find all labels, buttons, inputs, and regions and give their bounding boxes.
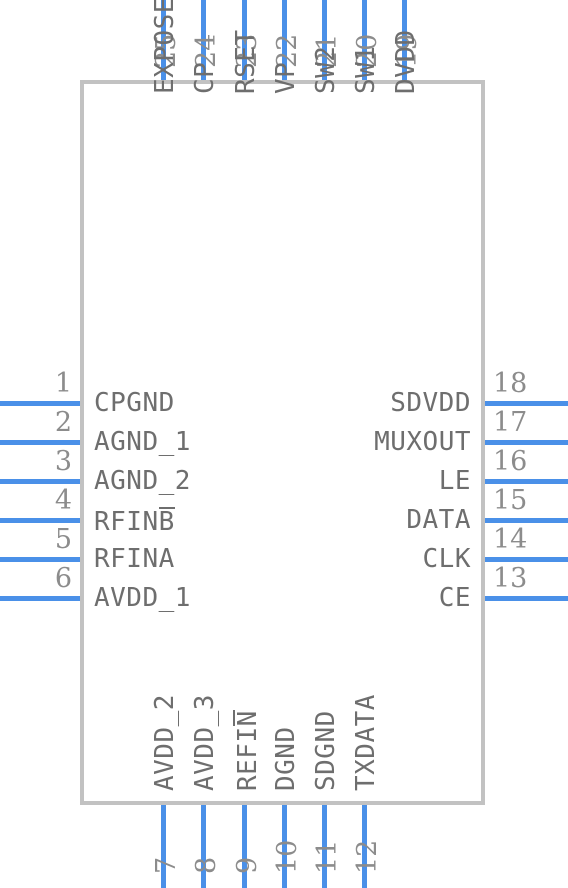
pin-name-21: SW2 [311, 45, 341, 94]
overline-bar: N [233, 710, 263, 727]
pin-number-17: 17 [493, 407, 528, 438]
pin-lead-8[interactable] [201, 805, 206, 888]
pin-name-7: AVDD_2 [150, 694, 180, 791]
pin-name-17: MUXOUT [374, 427, 471, 457]
pin-lead-18[interactable] [485, 401, 568, 406]
ic-pinout-symbol: 1 CPGND 2 AGND_1 3 AGND_2 4 RFINB 5 RFINA 6 AVDD_1 1… [0, 0, 568, 888]
pin-name-20: SW1 [351, 45, 381, 94]
pin-number-9: 9 [232, 856, 263, 874]
pin-name-19: DVDD [391, 29, 421, 94]
pin-name-14: CLK [422, 544, 471, 574]
pin-name-16: LE [438, 466, 471, 496]
pin-name-18: SDVDD [390, 388, 471, 418]
pin-name-24: CP [190, 61, 220, 94]
pin-number-11: 11 [312, 839, 343, 874]
pin-number-14: 14 [493, 524, 528, 555]
pin-number-7: 7 [151, 856, 182, 874]
pin-number-12: 12 [352, 839, 383, 874]
pin-number-18: 18 [493, 368, 528, 399]
pin-name-25: EXPOSED_PAD [150, 0, 180, 94]
pin-number-13: 13 [493, 563, 528, 594]
pin-number-8: 8 [191, 856, 222, 874]
pin-name-22: VP [271, 61, 301, 94]
pin-lead-13[interactable] [485, 596, 568, 601]
pin-name-8: AVDD_3 [190, 694, 220, 791]
pin-name-23: RSET [231, 29, 261, 94]
pin-name-10: DGND [271, 726, 301, 791]
pin-lead-17[interactable] [485, 440, 568, 445]
pin-number-16: 16 [493, 446, 528, 477]
pin-name-12: TXDATA [351, 694, 381, 791]
pin-number-10: 10 [272, 839, 303, 874]
pin-name-9: REFIN [233, 710, 263, 791]
pin-lead-7[interactable] [161, 805, 166, 888]
pin-name-13: CE [438, 583, 471, 613]
pin-lead-16[interactable] [485, 479, 568, 484]
pin-lead-9[interactable] [242, 805, 247, 888]
pin-number-15: 15 [493, 485, 528, 516]
pin-name-15: DATA [406, 505, 471, 535]
pin-lead-14[interactable] [485, 557, 568, 562]
pin-name-11: SDGND [311, 710, 341, 791]
pin-lead-15[interactable] [485, 518, 568, 523]
